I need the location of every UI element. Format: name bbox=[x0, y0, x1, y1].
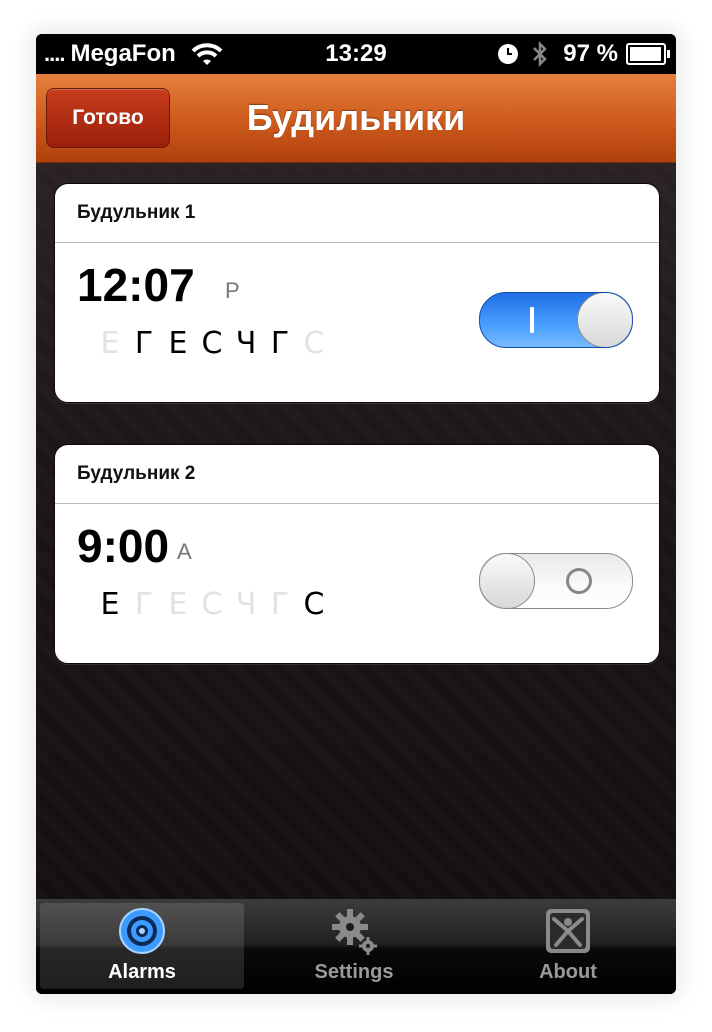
day-indicator: Е bbox=[168, 587, 188, 622]
phone-screen: .... MegaFon 13:29 97 % Будильники Готов… bbox=[36, 34, 676, 994]
alarm-card-2[interactable]: Будульник 2 9:00 A Е Г Е С Ч Г С bbox=[54, 444, 660, 664]
day-indicator: Г bbox=[134, 587, 154, 622]
tab-label: About bbox=[539, 961, 597, 983]
navigation-bar: Будильники Готово bbox=[36, 74, 676, 163]
alarm-card-1[interactable]: Будульник 1 12:07 P Е Г Е С Ч Г С bbox=[54, 183, 660, 403]
alarm-title: Будульник 2 bbox=[55, 445, 659, 504]
status-bar: .... MegaFon 13:29 97 % bbox=[36, 34, 676, 74]
day-indicator: С bbox=[201, 587, 223, 622]
alarm-days: Е Г Е С Ч Г С bbox=[93, 587, 331, 622]
alarm-clock-icon bbox=[498, 44, 519, 64]
target-icon bbox=[119, 908, 165, 954]
alarm-time: 9:00 bbox=[77, 520, 170, 572]
alarm-time: 12:07 bbox=[77, 259, 195, 311]
day-indicator: С bbox=[303, 326, 325, 361]
day-indicator: Е bbox=[100, 587, 120, 622]
alarm-list: Будульник 1 12:07 P Е Г Е С Ч Г С Будуль… bbox=[36, 163, 676, 899]
alarm-toggle[interactable] bbox=[479, 553, 633, 609]
alarm-ampm: A bbox=[177, 539, 192, 564]
on-mark-icon bbox=[530, 307, 534, 333]
alarm-title: Будульник 1 bbox=[55, 184, 659, 243]
alarm-toggle[interactable] bbox=[479, 292, 633, 348]
tab-bar: Alarms Settings About bbox=[36, 899, 676, 994]
alarm-ampm: P bbox=[225, 278, 240, 303]
tab-label: Alarms bbox=[108, 961, 176, 983]
gears-icon bbox=[332, 909, 377, 955]
day-indicator: С bbox=[303, 587, 325, 622]
bluetooth-icon bbox=[533, 41, 548, 67]
day-indicator: Ч bbox=[235, 326, 257, 361]
tab-settings[interactable]: Settings bbox=[252, 903, 456, 989]
tab-label: Settings bbox=[314, 961, 394, 983]
day-indicator: Г bbox=[134, 326, 154, 361]
day-indicator: Е bbox=[168, 326, 188, 361]
about-icon bbox=[546, 909, 590, 953]
done-button[interactable]: Готово bbox=[46, 88, 170, 148]
day-indicator: Г bbox=[270, 326, 290, 361]
off-mark-icon bbox=[566, 568, 592, 594]
alarm-days: Е Г Е С Ч Г С bbox=[93, 326, 331, 361]
battery-percent: 97 % bbox=[563, 40, 618, 67]
battery-icon bbox=[626, 43, 670, 65]
toggle-knob bbox=[577, 293, 632, 347]
day-indicator: Е bbox=[100, 326, 120, 361]
day-indicator: С bbox=[201, 326, 223, 361]
tab-alarms[interactable]: Alarms bbox=[40, 903, 244, 989]
day-indicator: Ч bbox=[235, 587, 257, 622]
tab-about[interactable]: About bbox=[466, 903, 670, 989]
toggle-knob bbox=[480, 554, 535, 608]
day-indicator: Г bbox=[270, 587, 290, 622]
